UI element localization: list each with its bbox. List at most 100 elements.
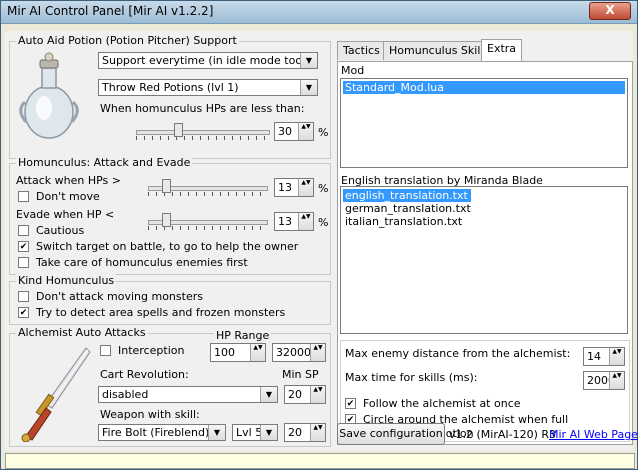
status-bar	[5, 453, 635, 469]
close-button[interactable]: X	[589, 2, 631, 20]
potion-type-select[interactable]: Throw Red Potions (lvl 1) ▼	[98, 79, 318, 96]
title-bar[interactable]: Mir AI Control Panel [Mir AI v1.2.2] X	[1, 1, 637, 24]
hp-min-spinner[interactable]: 100 ▲▼	[210, 343, 266, 362]
skill-select[interactable]: Fire Bolt (Fireblend) ▼	[98, 424, 226, 441]
checkbox-box[interactable]: ✔	[345, 398, 356, 409]
slider-thumb[interactable]	[162, 179, 171, 193]
tab-homunculus-skills[interactable]: Homunculus Skills	[383, 41, 496, 60]
spin-arrows-icon[interactable]: ▲▼	[298, 123, 313, 140]
attack-hp-spinner[interactable]: 13 ▲▼	[274, 178, 314, 197]
auto-group-title: Alchemist Auto Attacks	[16, 326, 148, 339]
potion-hp-slider[interactable]	[136, 122, 270, 140]
detect-spells-label: Try to detect area spells and frozen mon…	[36, 306, 286, 319]
slider-thumb[interactable]	[174, 123, 183, 137]
slider-ticks	[136, 136, 270, 140]
kind-group-title: Kind Homunculus	[16, 274, 117, 287]
chevron-down-icon: ▼	[300, 53, 317, 68]
spin-arrows-icon[interactable]: ▲▼	[310, 386, 325, 403]
web-page-link[interactable]: Mir AI Web Page	[549, 428, 638, 441]
potion-support-group: Auto Aid Potion (Potion Pitcher) Support…	[9, 34, 331, 159]
hp-min-value: 100	[214, 346, 235, 359]
kind-homunculus-group: Kind Homunculus Don't attack moving mons…	[9, 274, 331, 325]
attack-group-title: Homunculus: Attack and Evade	[16, 156, 193, 169]
mod-list[interactable]: Standard_Mod.lua	[340, 78, 628, 168]
list-item[interactable]: german_translation.txt	[343, 202, 471, 215]
hp-max-spinner[interactable]: 32000 ▲▼	[272, 343, 326, 362]
cautious-checkbox[interactable]: Cautious	[18, 224, 138, 238]
tab-extra[interactable]: Extra	[481, 39, 523, 61]
percent-label: %	[318, 216, 329, 229]
chevron-down-icon: ▼	[300, 80, 317, 95]
evade-hp-value: 13	[278, 215, 292, 228]
attack-hp-slider[interactable]	[148, 178, 268, 196]
chevron-down-icon: ▼	[260, 425, 277, 440]
chevron-down-icon: ▼	[208, 425, 225, 440]
attack-hp-value: 13	[278, 181, 292, 194]
checkbox-box[interactable]	[100, 345, 111, 356]
potion-hp-spinner[interactable]: 30 ▲▼	[274, 122, 314, 141]
checkbox-box[interactable]	[18, 191, 29, 202]
spin-arrows-icon[interactable]: ▲▼	[310, 424, 325, 441]
potion-pitcher-icon	[19, 52, 79, 139]
dont-attack-checkbox[interactable]: Don't attack moving monsters	[18, 290, 318, 304]
min-sp-label: Min SP	[282, 368, 319, 381]
min-sp-value: 20	[288, 388, 302, 401]
skill-level-select[interactable]: Lvl 5 ▼	[232, 424, 278, 441]
spin-arrows-icon[interactable]: ▲▼	[609, 348, 624, 365]
max-enemy-label: Max enemy distance from the alchemist:	[345, 347, 571, 360]
spin-arrows-icon[interactable]: ▲▼	[310, 344, 325, 361]
min-sp-spinner[interactable]: 20 ▲▼	[284, 385, 326, 404]
max-time-spinner[interactable]: 2000 ▲▼	[583, 371, 625, 390]
potion-mode-value: Support everytime (in idle mode too)	[102, 54, 307, 67]
cart-revolution-value: disabled	[102, 388, 149, 401]
dont-attack-label: Don't attack moving monsters	[36, 290, 203, 303]
list-item[interactable]: Standard_Mod.lua	[343, 81, 625, 94]
potion-mode-select[interactable]: Support everytime (in idle mode too) ▼	[98, 52, 318, 69]
potion-hp-value: 30	[278, 125, 292, 138]
potion-group-title: Auto Aid Potion (Potion Pitcher) Support	[16, 34, 239, 47]
attack-evade-group: Homunculus: Attack and Evade Attack when…	[9, 156, 331, 275]
take-care-label: Take care of homunculus enemies first	[36, 256, 248, 269]
spin-arrows-icon[interactable]: ▲▼	[250, 344, 265, 361]
slider-thumb[interactable]	[162, 213, 171, 227]
checkbox-box[interactable]: ✔	[18, 241, 29, 252]
evade-hp-slider[interactable]	[148, 212, 268, 230]
cart-revolution-label: Cart Revolution:	[100, 368, 189, 381]
checkbox-box[interactable]	[18, 291, 29, 302]
take-care-checkbox[interactable]: Take care of homunculus enemies first	[18, 256, 318, 270]
max-enemy-value: 14	[587, 350, 601, 363]
max-enemy-spinner[interactable]: 14 ▲▼	[583, 347, 625, 366]
main-window: Mir AI Control Panel [Mir AI v1.2.2] X A…	[0, 0, 638, 470]
evade-hp-spinner[interactable]: 13 ▲▼	[274, 212, 314, 231]
detect-spells-checkbox[interactable]: ✔ Try to detect area spells and frozen m…	[18, 306, 318, 320]
tab-tactics[interactable]: Tactics	[337, 41, 386, 60]
checkbox-box[interactable]: ✔	[18, 307, 29, 318]
percent-label: %	[318, 182, 329, 195]
client-area: Auto Aid Potion (Potion Pitcher) Support…	[5, 31, 638, 451]
switch-target-checkbox[interactable]: ✔ Switch target on battle, to go to help…	[18, 240, 318, 254]
auto-attacks-group: Alchemist Auto Attacks Interception HP R…	[9, 326, 331, 447]
hp-range-label: HP Range	[214, 329, 272, 342]
skill-sp-spinner[interactable]: 20 ▲▼	[284, 423, 326, 442]
checkbox-box[interactable]	[18, 225, 29, 236]
save-configuration-button[interactable]: Save configuration	[337, 423, 445, 445]
dont-move-label: Don't move	[36, 190, 100, 203]
follow-label: Follow the alchemist at once	[363, 397, 521, 410]
dont-move-checkbox[interactable]: Don't move	[18, 190, 138, 204]
switch-target-label: Switch target on battle, to go to help t…	[36, 240, 299, 253]
spin-arrows-icon[interactable]: ▲▼	[609, 372, 624, 389]
follow-checkbox[interactable]: ✔ Follow the alchemist at once	[345, 397, 615, 411]
interception-checkbox[interactable]: Interception	[100, 344, 190, 358]
translation-list[interactable]: english_translation.txt german_translati…	[340, 186, 628, 334]
spin-arrows-icon[interactable]: ▲▼	[298, 213, 313, 230]
max-time-label: Max time for skills (ms):	[345, 371, 478, 384]
cart-revolution-select[interactable]: disabled ▼	[98, 386, 278, 403]
list-item[interactable]: italian_translation.txt	[343, 215, 462, 228]
checkbox-box[interactable]	[18, 257, 29, 268]
attack-hp-label: Attack when HPs >	[16, 174, 121, 187]
spin-arrows-icon[interactable]: ▲▼	[298, 179, 313, 196]
sword-icon	[21, 347, 91, 442]
skill-sp-value: 20	[288, 426, 302, 439]
evade-hp-label: Evade when HP <	[16, 208, 115, 221]
list-item[interactable]: english_translation.txt	[343, 189, 471, 202]
